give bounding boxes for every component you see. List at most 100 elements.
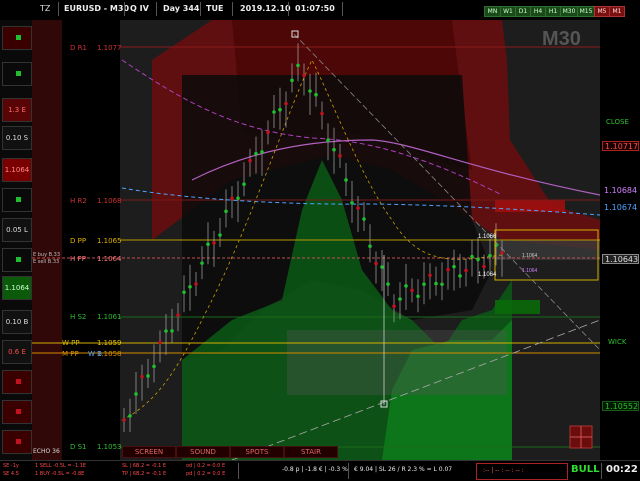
candle-close-dot — [482, 264, 486, 269]
left-box-0[interactable] — [2, 26, 32, 50]
top-toolbar: TZ EURUSD - M30 Q IV Day 344 TUE 2019.12… — [0, 0, 640, 21]
timeframe-button-h1[interactable]: H1 — [545, 6, 561, 17]
left-value-5: 0.10 B — [2, 310, 32, 334]
candle-close-dot — [212, 241, 216, 245]
timeframe-button-h4[interactable]: H4 — [530, 6, 546, 17]
tz-label[interactable]: TZ — [40, 4, 50, 13]
green-square-icon — [16, 197, 21, 202]
candle-close-dot — [290, 78, 294, 83]
red-square-icon — [16, 379, 21, 384]
tab-spots[interactable]: SPOTS — [230, 446, 284, 458]
close-label: CLOSE — [606, 118, 629, 126]
candle-close-dot — [458, 274, 462, 278]
left-volume-strip — [32, 20, 62, 460]
left-value-0: 1.3 E — [2, 98, 32, 122]
left-box-3[interactable] — [2, 248, 32, 272]
candle-close-dot — [488, 253, 492, 258]
sell-summary: 1 SELL -0.5L = -1.1E — [35, 463, 87, 469]
chart-label-1: 1.1066 — [478, 234, 497, 240]
left-box-5[interactable] — [2, 400, 32, 424]
green-square-icon — [16, 257, 21, 262]
candle-close-dot — [296, 63, 300, 68]
candle-close-dot — [440, 282, 444, 287]
tab-sound[interactable]: SOUND — [176, 446, 230, 458]
quarter-label: Q IV — [130, 4, 149, 13]
tab-screen[interactable]: SCREEN — [122, 446, 176, 458]
candle-close-dot — [218, 233, 222, 237]
timeframe-button-m5[interactable]: M5 — [594, 6, 610, 17]
candle-close-dot — [410, 288, 414, 293]
price-tag-3: 1.10643 — [602, 254, 639, 264]
left-box-1[interactable] — [2, 62, 32, 86]
candle-close-dot — [200, 261, 204, 265]
status-left-2: SE 4.5 — [3, 471, 19, 477]
candle-close-dot — [320, 111, 324, 116]
candle-close-dot — [266, 130, 270, 135]
risk-readout: € 9.04 | SL 26 / R 2.3 % = L 0.07 — [354, 466, 453, 473]
weekday-label: TUE — [206, 4, 224, 13]
candle-close-dot — [164, 329, 168, 333]
candle-close-dot — [368, 244, 372, 249]
timeframe-button-mn[interactable]: MN — [484, 6, 501, 17]
candle-close-dot — [362, 217, 366, 221]
candle-close-dot — [278, 107, 282, 112]
left-value-2: 1.1064 — [2, 158, 32, 182]
h-s2-value: 1.1061 — [97, 313, 122, 321]
price-tag-2: 1.10674 — [604, 203, 638, 212]
time-label: 01:07:50 — [295, 4, 335, 13]
status-left-1: SE -1y — [3, 463, 19, 469]
tab-stair[interactable]: STAIR — [284, 446, 338, 458]
candle-close-dot — [332, 147, 336, 152]
chart-label-2: 1.1064 — [522, 253, 538, 259]
left-value-3: 0.05 L — [2, 218, 32, 242]
candle-close-dot — [350, 201, 354, 205]
left-box-2[interactable] — [2, 188, 32, 212]
d-s1-value: 1.1053 — [97, 443, 122, 451]
candle-close-dot — [464, 268, 468, 273]
candle-close-dot — [422, 282, 426, 286]
left-box-6[interactable] — [2, 430, 32, 454]
candle-close-dot — [146, 374, 150, 378]
candle-close-dot — [428, 273, 432, 278]
candle-close-dot — [140, 374, 144, 379]
current-range-box — [495, 240, 600, 260]
candle-close-dot — [392, 304, 396, 309]
candle-close-dot — [500, 250, 504, 255]
e-buy-label: E buy B.33 — [33, 252, 61, 258]
d-r1-label: D R1 — [70, 44, 87, 52]
candle-close-dot — [356, 206, 360, 210]
left-value-4: 1.1064 — [2, 276, 32, 300]
timeframe-button-m30[interactable]: M30 — [560, 6, 578, 17]
candle-close-dot — [128, 414, 132, 418]
day-label: Day 344 — [163, 4, 200, 13]
buy-summary: 1 BUY -0.5L = -0.8E — [35, 471, 85, 477]
price-tag-4: 1.10552 — [602, 401, 639, 411]
m-pp-label: M PP — [62, 350, 79, 358]
candle-close-dot — [476, 257, 480, 262]
od-summary: od | 0.2 = 0.0 E — [186, 463, 226, 469]
green-square-icon — [16, 71, 21, 76]
timeframe-button-w1[interactable]: W1 — [500, 6, 516, 17]
session-box[interactable]: :-- | -- : -- : -- : — [476, 463, 568, 480]
candle-close-dot — [134, 392, 138, 396]
candle-close-dot — [224, 209, 228, 214]
chart-label-3: 1.1064 — [478, 272, 497, 278]
range-box — [287, 330, 507, 395]
left-value-6: 0.6 E — [2, 340, 32, 364]
candle-close-dot — [230, 196, 234, 200]
candle-close-dot — [446, 267, 450, 272]
candle-close-dot — [302, 73, 306, 78]
bias-badge: BULL — [571, 464, 600, 475]
timeframe-button-m15[interactable]: M15 — [577, 6, 595, 17]
candle-close-dot — [170, 329, 174, 333]
h-s2-label: H S2 — [70, 313, 87, 321]
tp-summary: TP | 6B.2 = -0.1 E — [122, 471, 167, 477]
candle-close-dot — [308, 89, 312, 93]
h-pp-label: H PP — [70, 255, 86, 263]
candle-close-dot — [152, 364, 156, 369]
timeframe-button-m1[interactable]: M1 — [609, 6, 625, 17]
d-pp-label: D PP — [70, 237, 87, 245]
status-bar: SE -1y SE 4.5 1 SELL -0.5L = -1.1E 1 BUY… — [0, 460, 640, 481]
timeframe-button-d1[interactable]: D1 — [515, 6, 531, 17]
left-box-4[interactable] — [2, 370, 32, 394]
